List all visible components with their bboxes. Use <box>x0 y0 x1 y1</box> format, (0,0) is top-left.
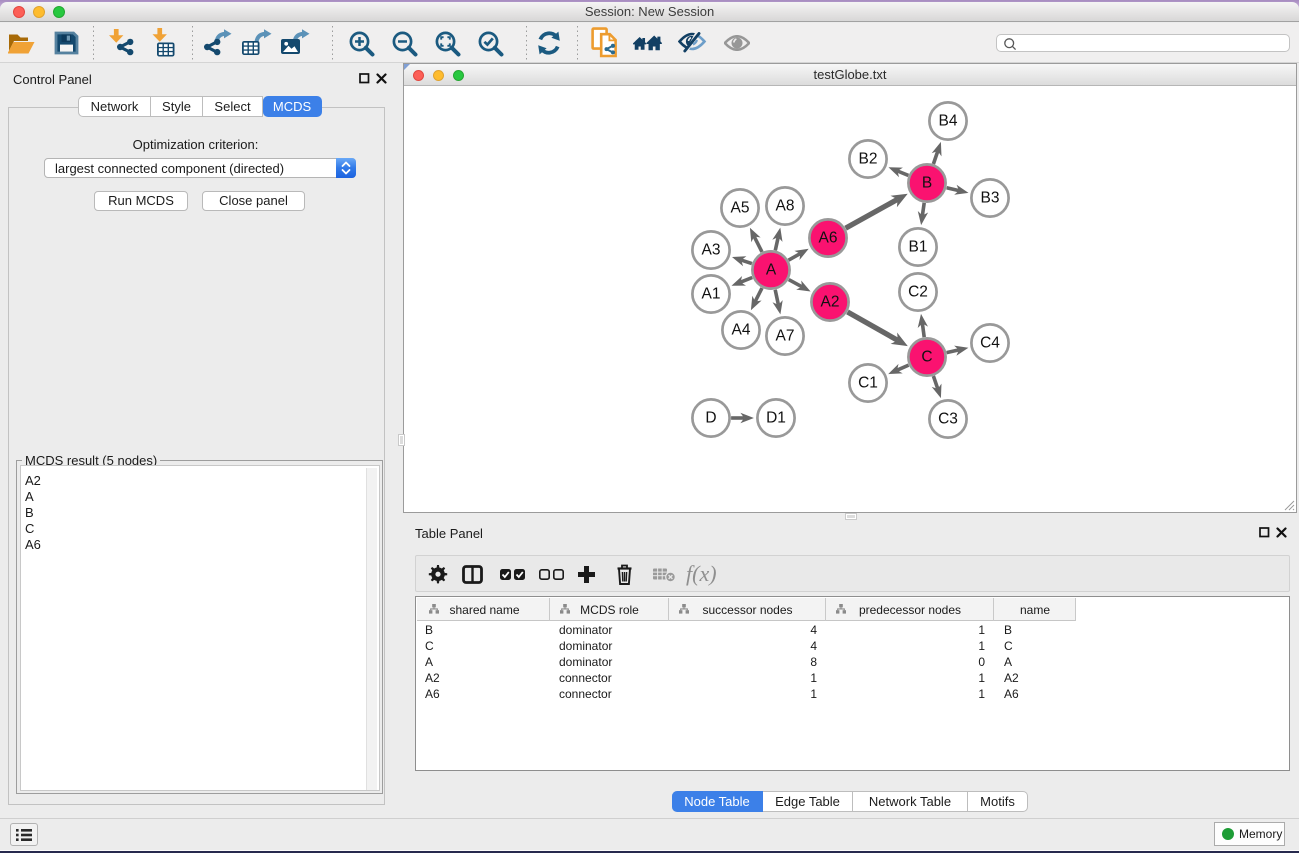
svg-text:C1: C1 <box>858 375 878 392</box>
svg-text:A7: A7 <box>776 328 795 345</box>
svg-text:A6: A6 <box>819 230 838 247</box>
svg-text:B4: B4 <box>939 113 958 130</box>
svg-text:A3: A3 <box>702 242 721 259</box>
svg-text:D1: D1 <box>766 410 786 427</box>
svg-text:A5: A5 <box>731 200 750 217</box>
svg-text:A4: A4 <box>732 322 751 339</box>
svg-text:A2: A2 <box>821 294 840 311</box>
svg-text:A: A <box>766 262 777 279</box>
svg-text:C3: C3 <box>938 411 958 428</box>
svg-text:B2: B2 <box>859 151 878 168</box>
svg-text:B1: B1 <box>909 239 928 256</box>
svg-text:D: D <box>705 410 716 427</box>
svg-text:A1: A1 <box>702 286 721 303</box>
svg-text:B3: B3 <box>981 190 1000 207</box>
svg-text:C: C <box>921 349 932 366</box>
svg-text:B: B <box>922 175 932 192</box>
svg-text:A8: A8 <box>776 198 795 215</box>
svg-text:C4: C4 <box>980 335 1000 352</box>
svg-text:C2: C2 <box>908 284 928 301</box>
